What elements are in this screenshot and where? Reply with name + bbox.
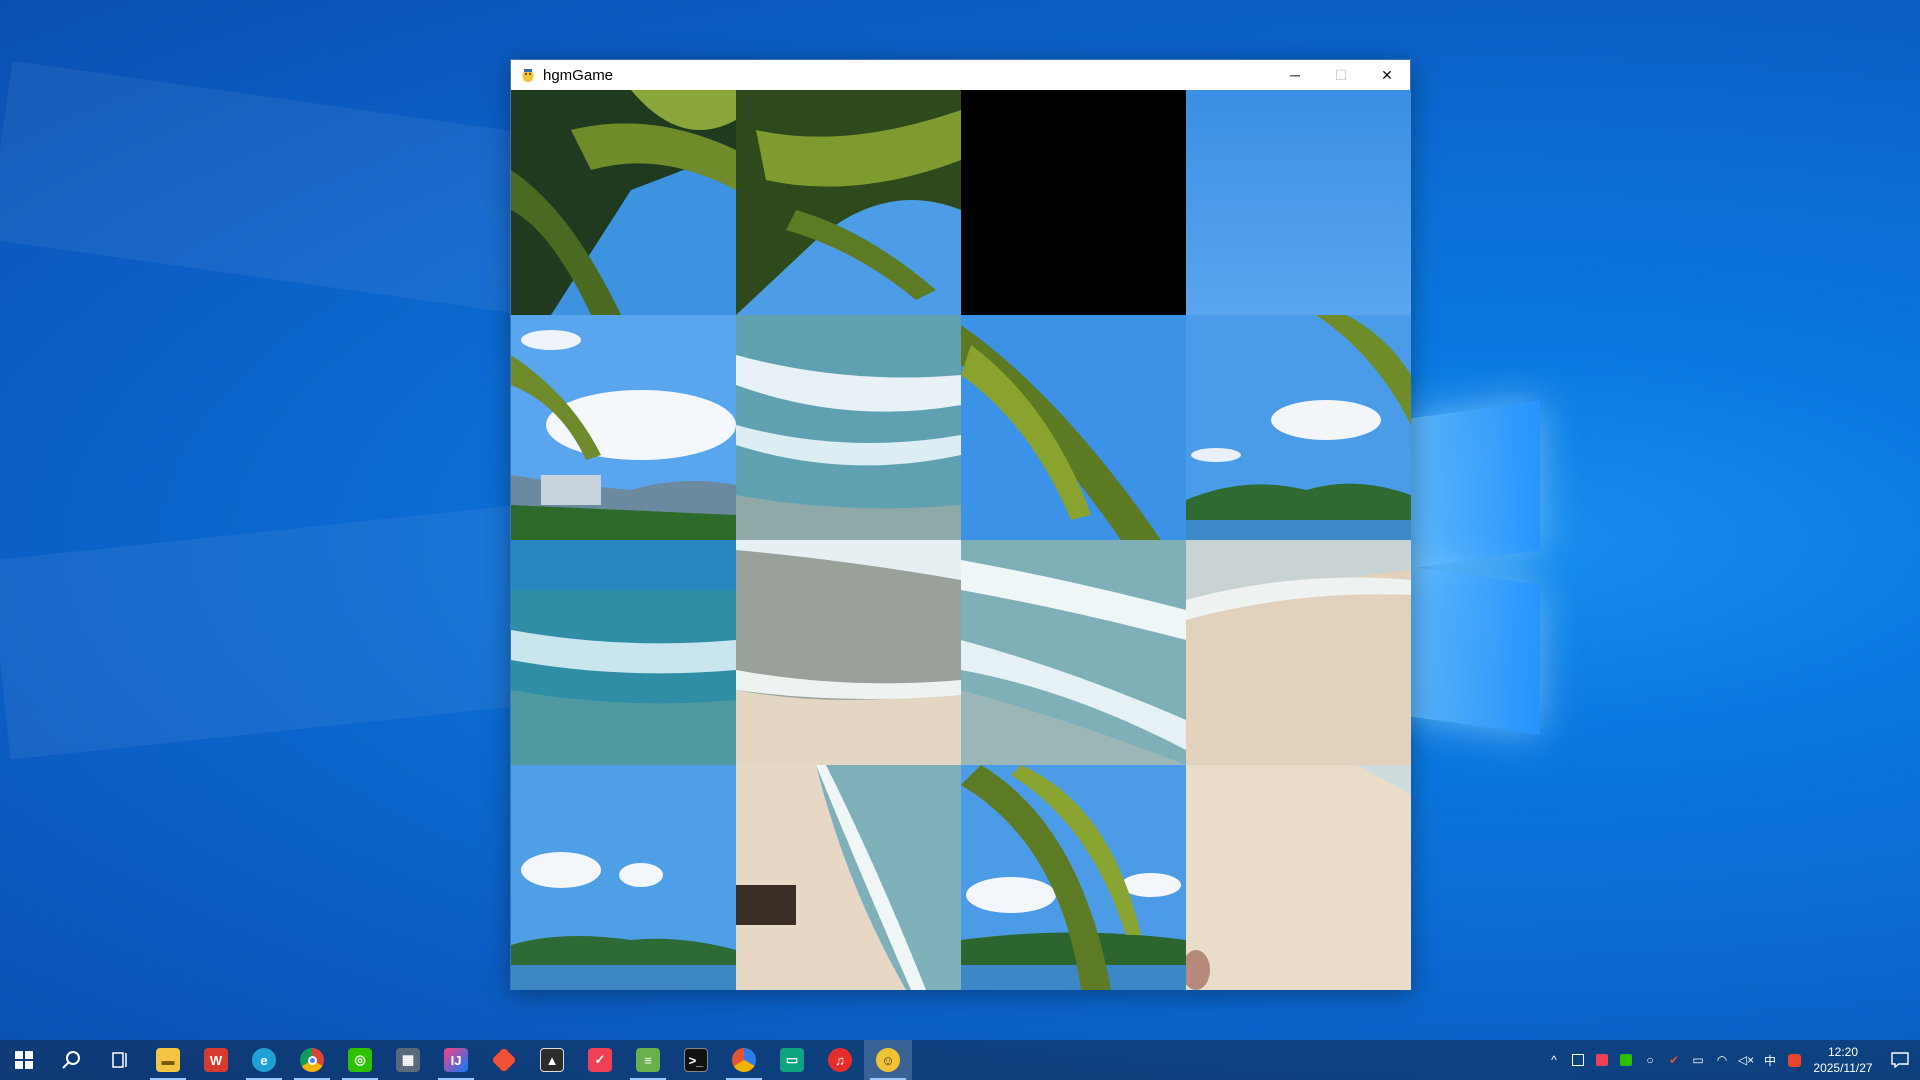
minimize-button[interactable]: ─	[1272, 60, 1318, 90]
start-icon[interactable]	[0, 1040, 48, 1080]
wps-office-icon[interactable]: W	[192, 1040, 240, 1080]
sogou-input-icon[interactable]	[1782, 1040, 1806, 1080]
windows-logo-wallpaper	[1400, 370, 1550, 740]
search-icon[interactable]	[48, 1040, 96, 1080]
puzzle-tile[interactable]	[736, 315, 961, 540]
calculator-icon[interactable]: ▦	[384, 1040, 432, 1080]
clock-date: 2025/11/27	[1813, 1060, 1872, 1076]
puzzle-tile[interactable]	[736, 540, 961, 765]
pocket-icon[interactable]: ✓	[576, 1040, 624, 1080]
puzzle-tile[interactable]	[511, 90, 736, 315]
intellij-icon[interactable]: IJ	[432, 1040, 480, 1080]
photo-icon[interactable]: ▲	[528, 1040, 576, 1080]
network-status-icon[interactable]: ○	[1638, 1040, 1662, 1080]
hgmgame-icon[interactable]: ☺	[864, 1040, 912, 1080]
antivirus-tray-icon[interactable]: ✔	[1662, 1040, 1686, 1080]
puzzle-tile[interactable]	[1186, 315, 1411, 540]
message-icon[interactable]: ▭	[768, 1040, 816, 1080]
terminal-icon[interactable]: >_	[672, 1040, 720, 1080]
chrome-dev-icon[interactable]	[720, 1040, 768, 1080]
wechat-icon[interactable]: ◎	[336, 1040, 384, 1080]
window-title: hgmGame	[543, 67, 613, 84]
task-view-icon[interactable]	[96, 1040, 144, 1080]
puzzle-tile[interactable]	[736, 765, 961, 990]
puzzle-tile[interactable]	[961, 315, 1186, 540]
pocket-tray-icon[interactable]	[1590, 1040, 1614, 1080]
notepad-icon[interactable]: ≡	[624, 1040, 672, 1080]
puzzle-tile[interactable]	[1186, 540, 1411, 765]
notification-center-icon[interactable]	[1880, 1040, 1920, 1080]
game-window: hgmGame ─ ☐ ✕	[510, 59, 1411, 990]
wechat-tray-icon[interactable]	[1614, 1040, 1638, 1080]
maximize-button: ☐	[1318, 60, 1364, 90]
volume-muted-icon[interactable]: ◁×	[1734, 1040, 1758, 1080]
git-icon[interactable]	[480, 1040, 528, 1080]
puzzle-tile[interactable]	[961, 540, 1186, 765]
title-bar[interactable]: hgmGame ─ ☐ ✕	[511, 60, 1410, 90]
puzzle-tile[interactable]	[1186, 765, 1411, 990]
show-hidden-icons-icon[interactable]: ^	[1542, 1040, 1566, 1080]
chrome-icon[interactable]	[288, 1040, 336, 1080]
clock-time: 12:20	[1828, 1044, 1858, 1060]
puzzle-tile[interactable]	[511, 315, 736, 540]
system-clock[interactable]: 12:20 2025/11/27	[1806, 1040, 1880, 1080]
puzzle-tile[interactable]	[511, 765, 736, 990]
game-app-icon	[519, 66, 537, 84]
empty-slot	[961, 90, 1186, 315]
jetbrains-tray-icon[interactable]	[1566, 1040, 1590, 1080]
netease-music-icon[interactable]: ♫	[816, 1040, 864, 1080]
wifi-icon[interactable]: ◠	[1710, 1040, 1734, 1080]
puzzle-tile[interactable]	[736, 90, 961, 315]
close-button[interactable]: ✕	[1364, 60, 1410, 90]
system-tray: ^ ○ ✔ ▭ ◠ ◁× 中 12:20 2025/11/27	[1542, 1040, 1920, 1080]
file-explorer-icon[interactable]: ▬	[144, 1040, 192, 1080]
puzzle-tile[interactable]	[511, 540, 736, 765]
ime-indicator[interactable]: 中	[1758, 1040, 1782, 1080]
taskbar: ▬ W e ◎ ▦ IJ ▲ ✓ ≡ >_ ▭ ♫ ☺ ^ ○ ✔ ▭ ◠ ◁×…	[0, 1040, 1920, 1080]
edge-icon[interactable]: e	[240, 1040, 288, 1080]
puzzle-board	[511, 90, 1411, 990]
puzzle-tile[interactable]	[961, 765, 1186, 990]
puzzle-tile[interactable]	[1186, 90, 1411, 315]
battery-icon[interactable]: ▭	[1686, 1040, 1710, 1080]
